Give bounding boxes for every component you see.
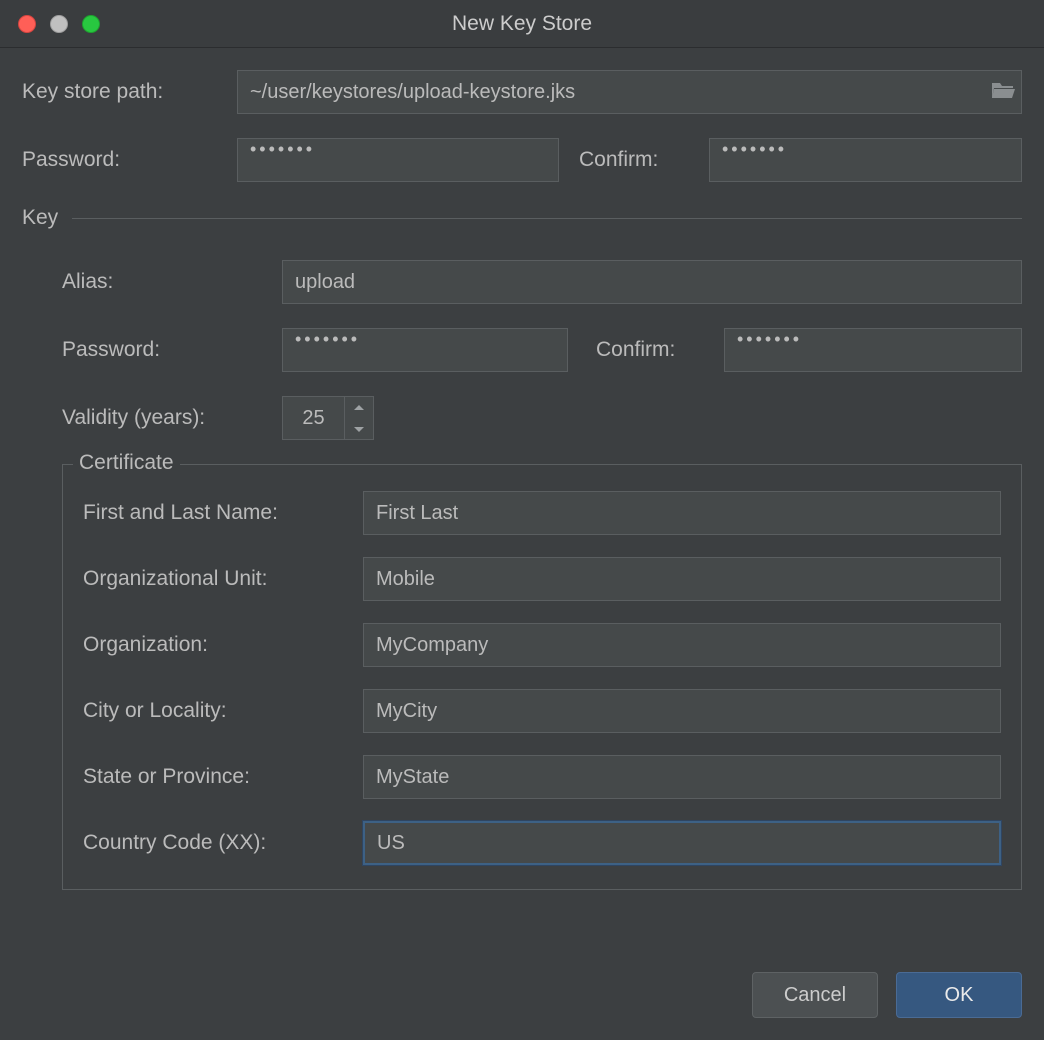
validity-input[interactable]	[282, 396, 344, 440]
org-unit-label: Organizational Unit:	[83, 567, 363, 591]
org-unit-row: Organizational Unit:	[83, 557, 1001, 601]
dialog-footer: Cancel OK	[752, 972, 1022, 1018]
state-row: State or Province:	[83, 755, 1001, 799]
key-password-label: Password:	[62, 338, 282, 362]
validity-label: Validity (years):	[62, 406, 282, 430]
state-label: State or Province:	[83, 765, 363, 789]
org-unit-input[interactable]	[363, 557, 1001, 601]
country-row: Country Code (XX):	[83, 821, 1001, 865]
certificate-legend: Certificate	[73, 451, 180, 475]
confirm-label: Confirm:	[579, 148, 709, 172]
certificate-fieldset: Certificate First and Last Name: Organiz…	[62, 464, 1022, 890]
browse-button[interactable]	[988, 78, 1018, 106]
first-last-input[interactable]	[363, 491, 1001, 535]
first-last-row: First and Last Name:	[83, 491, 1001, 535]
first-last-label: First and Last Name:	[83, 501, 363, 525]
chevron-down-icon	[353, 420, 365, 438]
validity-spinner	[282, 396, 374, 440]
key-password-input[interactable]: •••••••	[282, 328, 568, 372]
city-input[interactable]	[363, 689, 1001, 733]
organization-row: Organization:	[83, 623, 1001, 667]
key-fields: Alias: Password: ••••••• Confirm: ••••••…	[22, 260, 1022, 890]
key-confirm-input[interactable]: •••••••	[724, 328, 1022, 372]
keystore-path-field-wrapper	[237, 70, 1022, 114]
chevron-up-icon	[353, 399, 365, 417]
alias-input[interactable]	[282, 260, 1022, 304]
country-label: Country Code (XX):	[83, 831, 363, 855]
keystore-path-input[interactable]	[237, 70, 1022, 114]
organization-label: Organization:	[83, 633, 363, 657]
key-confirm-label: Confirm:	[596, 338, 724, 362]
spinner-down-button[interactable]	[345, 418, 373, 439]
spinner-up-button[interactable]	[345, 397, 373, 418]
minimize-window-button[interactable]	[50, 15, 68, 33]
validity-row: Validity (years):	[62, 396, 1022, 440]
maximize-window-button[interactable]	[82, 15, 100, 33]
key-section: Key Alias: Password: ••••••• Confirm: ••…	[22, 206, 1022, 890]
window-controls	[0, 15, 100, 33]
dialog-content: Key store path: Password: ••••••• Confir…	[0, 48, 1044, 890]
keystore-path-label: Key store path:	[22, 80, 237, 104]
keystore-password-row: Password: ••••••• Confirm: •••••••	[22, 138, 1022, 182]
password-label: Password:	[22, 148, 237, 172]
country-input[interactable]	[363, 821, 1001, 865]
organization-input[interactable]	[363, 623, 1001, 667]
window-title: New Key Store	[452, 12, 592, 36]
key-section-header: Key	[22, 206, 1022, 230]
state-input[interactable]	[363, 755, 1001, 799]
cancel-button[interactable]: Cancel	[752, 972, 878, 1018]
alias-label: Alias:	[62, 270, 282, 294]
key-password-row: Password: ••••••• Confirm: •••••••	[62, 328, 1022, 372]
ok-button[interactable]: OK	[896, 972, 1022, 1018]
titlebar: New Key Store	[0, 0, 1044, 48]
confirm-password-input[interactable]: •••••••	[709, 138, 1022, 182]
alias-row: Alias:	[62, 260, 1022, 304]
city-label: City or Locality:	[83, 699, 363, 723]
folder-open-icon	[990, 80, 1016, 105]
spinner-buttons	[344, 396, 374, 440]
city-row: City or Locality:	[83, 689, 1001, 733]
keystore-path-row: Key store path:	[22, 70, 1022, 114]
close-window-button[interactable]	[18, 15, 36, 33]
password-input[interactable]: •••••••	[237, 138, 559, 182]
key-section-label: Key	[22, 206, 58, 230]
divider	[72, 218, 1022, 219]
